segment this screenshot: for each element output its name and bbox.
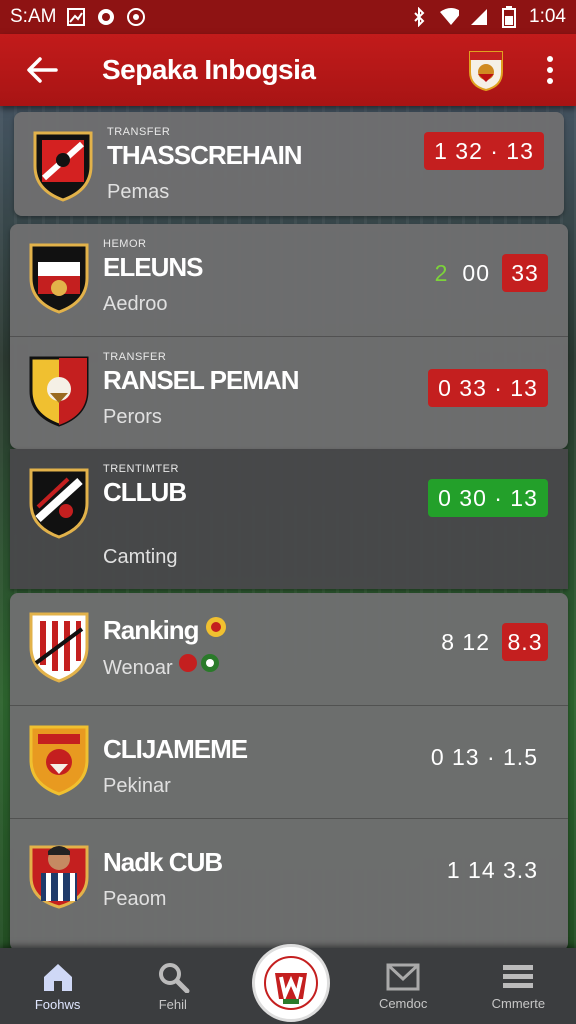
player-avatar-icon: [29, 845, 89, 909]
status-left-text: S:AM: [10, 6, 57, 27]
nav-messages-label: Cemdoc: [378, 995, 428, 1011]
settings-circle-icon: [126, 7, 146, 27]
score-badge: 1 32 · 13: [424, 132, 544, 170]
item-subtitle: Wenoar: [103, 652, 227, 680]
club-crest-icon: [29, 612, 89, 683]
more-vertical-icon: [547, 56, 553, 62]
item-tag: TRENTIMTER: [103, 463, 179, 475]
list-item[interactable]: TRANSFER RANSEL PEMAN Perors 0 33 · 13: [10, 337, 568, 449]
search-icon: [158, 962, 190, 993]
item-title: RANSEL PEMAN: [103, 365, 300, 395]
item-subtitle: Camting: [103, 546, 178, 568]
mail-icon: [386, 963, 420, 990]
item-subtitle: Pemas: [107, 181, 170, 203]
score-group: 2 00 33: [428, 254, 548, 292]
nav-list[interactable]: Cmmerte: [468, 948, 568, 1024]
score-group: 8 12 8.3: [428, 623, 548, 661]
bottom-navigation: Foohws Fehil Cemdoc Cmmerte: [0, 944, 576, 1024]
list-item[interactable]: TRANSFER THASSCREHAIN Pemas 1 32 · 13: [14, 112, 564, 216]
score-value: 0 13 · 1.5: [430, 743, 538, 770]
club-crest-icon: [29, 725, 89, 796]
item-title: ELEUNS: [103, 252, 203, 282]
score-badge: 0 33 · 13: [428, 369, 548, 407]
status-bar: S:AM 1:04: [0, 0, 576, 34]
status-time: 1:04: [529, 6, 566, 27]
item-subtitle: Aedroo: [103, 293, 168, 315]
club-logo-icon[interactable]: [466, 48, 506, 92]
card-group-2: HEMOR ELEUNS Aedroo 2 00 33 TRANSFER RAN…: [10, 224, 568, 449]
club-crest-icon: [33, 131, 93, 202]
transfer-list: TRANSFER THASSCREHAIN Pemas 1 32 · 13 HE…: [10, 112, 568, 951]
card-group-1: TRANSFER THASSCREHAIN Pemas 1 32 · 13: [14, 112, 564, 216]
photo-icon: [66, 7, 86, 27]
nav-messages[interactable]: Cemdoc: [353, 948, 453, 1024]
score-badge: 0 30 · 13: [428, 479, 548, 517]
circle-app-icon: [96, 7, 116, 27]
page-title: Sepaka Inbogsia: [102, 54, 316, 85]
battery-icon: [499, 6, 519, 28]
score-badge: 33: [502, 254, 548, 292]
score-value: 00: [462, 259, 490, 286]
center-logo-icon: [251, 944, 330, 1022]
app-bar: Sepaka Inbogsia: [0, 34, 576, 106]
item-tag: HEMOR: [103, 238, 147, 250]
item-tag: TRANSFER: [107, 126, 171, 138]
nav-search-label: Fehil: [158, 996, 187, 1012]
bluetooth-icon: [409, 7, 429, 27]
item-title: CLIJAMEME: [103, 734, 248, 764]
score-value: 8 12: [441, 628, 490, 655]
signal-icon: [469, 7, 489, 27]
list-item[interactable]: Ranking Wenoar 8 12 8.3: [10, 593, 568, 706]
card-group-3: TRENTIMTER CLLUB Camting 0 30 · 13: [10, 449, 568, 589]
arrow-left-icon: [27, 57, 58, 83]
item-subtitle: Pekinar: [103, 775, 171, 797]
score-value: 1 14 3.3: [446, 856, 538, 883]
club-crest-icon: [29, 243, 89, 314]
mini-crests-icon: [179, 654, 220, 672]
item-tag: TRANSFER: [103, 351, 167, 363]
list-icon: [503, 964, 534, 988]
list-item[interactable]: Nadk CUB Peaom 1 14 3.3: [10, 819, 568, 951]
home-icon: [43, 963, 72, 991]
nav-home[interactable]: Foohws: [8, 948, 108, 1024]
more-options-button[interactable]: [540, 50, 560, 90]
list-item[interactable]: HEMOR ELEUNS Aedroo 2 00 33: [10, 224, 568, 337]
nav-search[interactable]: Fehil: [123, 948, 223, 1024]
item-subtitle: Perors: [103, 406, 162, 428]
score-badge: 8.3: [502, 623, 548, 661]
list-item[interactable]: CLIJAMEME Pekinar 0 13 · 1.5: [10, 706, 568, 819]
item-subtitle: Peaom: [103, 888, 167, 910]
item-title: THASSCREHAIN: [107, 140, 303, 170]
nav-list-label: Cmmerte: [491, 995, 546, 1011]
item-title: Nadk CUB: [103, 847, 223, 877]
card-group-4: Ranking Wenoar 8 12 8.3 CLIJAMEME Pekina…: [10, 593, 568, 951]
score-lead: 2: [434, 259, 449, 286]
item-title: Ranking: [103, 615, 227, 646]
item-title: CLLUB: [103, 477, 187, 507]
mini-badge-icon: [205, 617, 226, 637]
nav-home-label: Foohws: [34, 996, 81, 1012]
list-item[interactable]: TRENTIMTER CLLUB Camting 0 30 · 13: [10, 449, 568, 589]
club-crest-icon: [29, 356, 89, 427]
club-crest-icon: [29, 468, 89, 539]
back-button[interactable]: [20, 48, 64, 92]
wifi-icon: [439, 7, 460, 27]
nav-center[interactable]: [238, 944, 338, 1024]
